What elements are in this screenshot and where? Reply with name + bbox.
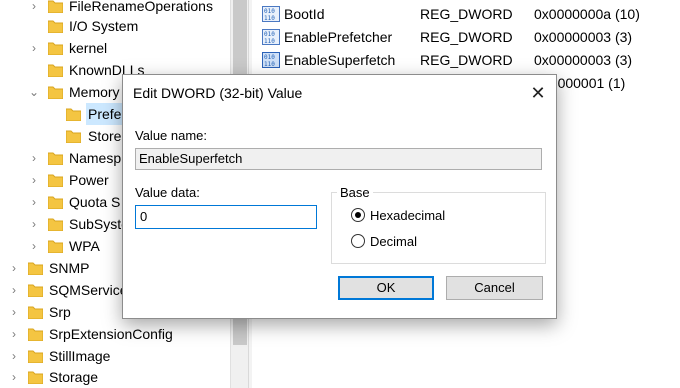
svg-text:110: 110 [264,61,275,68]
tree-item-label: SQMService [49,282,128,298]
value-data-label: Value data: [135,185,200,200]
folder-icon [28,283,43,297]
folder-icon [28,327,43,341]
radio-label: Decimal [370,234,417,249]
chevron-right-icon[interactable]: › [8,345,20,367]
value-row[interactable]: 010 110 EnableSuperfetch REG_DWORD 0x0000… [252,49,680,72]
value-data: 0x0000000a (10) [534,6,640,22]
radio-selected-icon [351,208,365,222]
tree-item-label: I/O System [69,18,139,34]
tree-item-label: Namesp [69,150,122,166]
value-type: REG_DWORD [420,52,513,68]
registry-binary-value-icon: 010 110 [262,29,280,45]
tree-item-label: Memory [69,84,120,100]
value-name-field: EnableSuperfetch [135,148,542,170]
cancel-button[interactable]: Cancel [446,276,543,300]
tree-item-label: SrpExtensionConfig [49,326,173,342]
chevron-right-icon[interactable]: › [28,213,40,235]
value-row[interactable]: 010 110 BootId REG_DWORD 0x0000000a (10) [252,3,680,26]
chevron-down-icon[interactable]: ⌄ [28,81,40,103]
svg-text:010: 010 [264,54,275,61]
folder-open-icon [48,85,63,99]
svg-text:010: 010 [264,8,275,15]
chevron-right-icon[interactable]: › [28,147,40,169]
tree-item-label: Storage [49,369,99,385]
folder-icon [48,239,63,253]
folder-icon [28,261,43,275]
registry-binary-value-icon: 010 110 [262,6,280,22]
svg-text:110: 110 [264,15,275,22]
svg-text:110: 110 [264,38,275,45]
chevron-right-icon[interactable]: › [8,279,20,301]
value-data-input[interactable]: 0 [135,205,317,229]
folder-icon [28,349,43,363]
tree-item-label: Store [88,128,122,144]
value-name: BootId [284,6,325,22]
folder-icon [48,19,63,33]
tree-item-label: Quota S [69,194,121,210]
chevron-right-icon[interactable]: › [8,257,20,279]
chevron-right-icon[interactable]: › [28,37,40,59]
value-type: REG_DWORD [420,6,513,22]
radio-label: Hexadecimal [370,208,446,223]
folder-icon [48,41,63,55]
registry-binary-value-icon: 010 110 [262,52,280,68]
tree-item-label: Power [69,172,109,188]
folder-icon [66,107,81,121]
folder-icon [48,63,63,77]
tree-item-label: WPA [69,238,100,254]
value-data: 0x00000003 (3) [534,52,633,68]
tree-item-label: StillImage [49,348,111,364]
tree-item-label: kernel [69,40,108,56]
tree-item-label: Prefe [86,103,124,125]
folder-icon [28,305,43,319]
tree-item-label: SubSyste [69,216,129,232]
value-data: 0x00000003 (3) [534,29,633,45]
value-name: EnableSuperfetch [284,52,396,68]
value-name: EnablePrefetcher [284,29,393,45]
folder-icon [48,173,63,187]
chevron-right-icon[interactable]: › [8,366,20,388]
chevron-right-icon[interactable]: › [8,301,20,323]
folder-icon [48,195,63,209]
folder-icon [66,129,81,143]
value-row[interactable]: 010 110 EnablePrefetcher REG_DWORD 0x0000… [252,26,680,49]
ok-button[interactable]: OK [338,276,434,300]
folder-icon [28,370,43,384]
radio-unselected-icon [351,234,365,248]
svg-text:010: 010 [264,31,275,38]
value-name-label: Value name: [135,128,208,143]
tree-item-label: SNMP [49,260,90,276]
folder-icon [48,217,63,231]
folder-icon [48,151,63,165]
chevron-right-icon[interactable]: › [28,191,40,213]
tree-item-label: Srp [49,304,71,320]
dialog-title: Edit DWORD (32-bit) Value [133,85,303,101]
edit-dword-dialog: Edit DWORD (32-bit) Value ✕ Value name: … [122,74,557,319]
chevron-right-icon[interactable]: › [28,235,40,257]
base-groupbox [331,192,546,264]
chevron-right-icon[interactable]: › [28,0,40,17]
base-group-label: Base [337,185,373,200]
value-type: REG_DWORD [420,29,513,45]
chevron-right-icon[interactable]: › [8,323,20,345]
chevron-right-icon[interactable]: › [28,169,40,191]
folder-icon [48,0,63,13]
close-icon[interactable]: ✕ [526,81,550,105]
